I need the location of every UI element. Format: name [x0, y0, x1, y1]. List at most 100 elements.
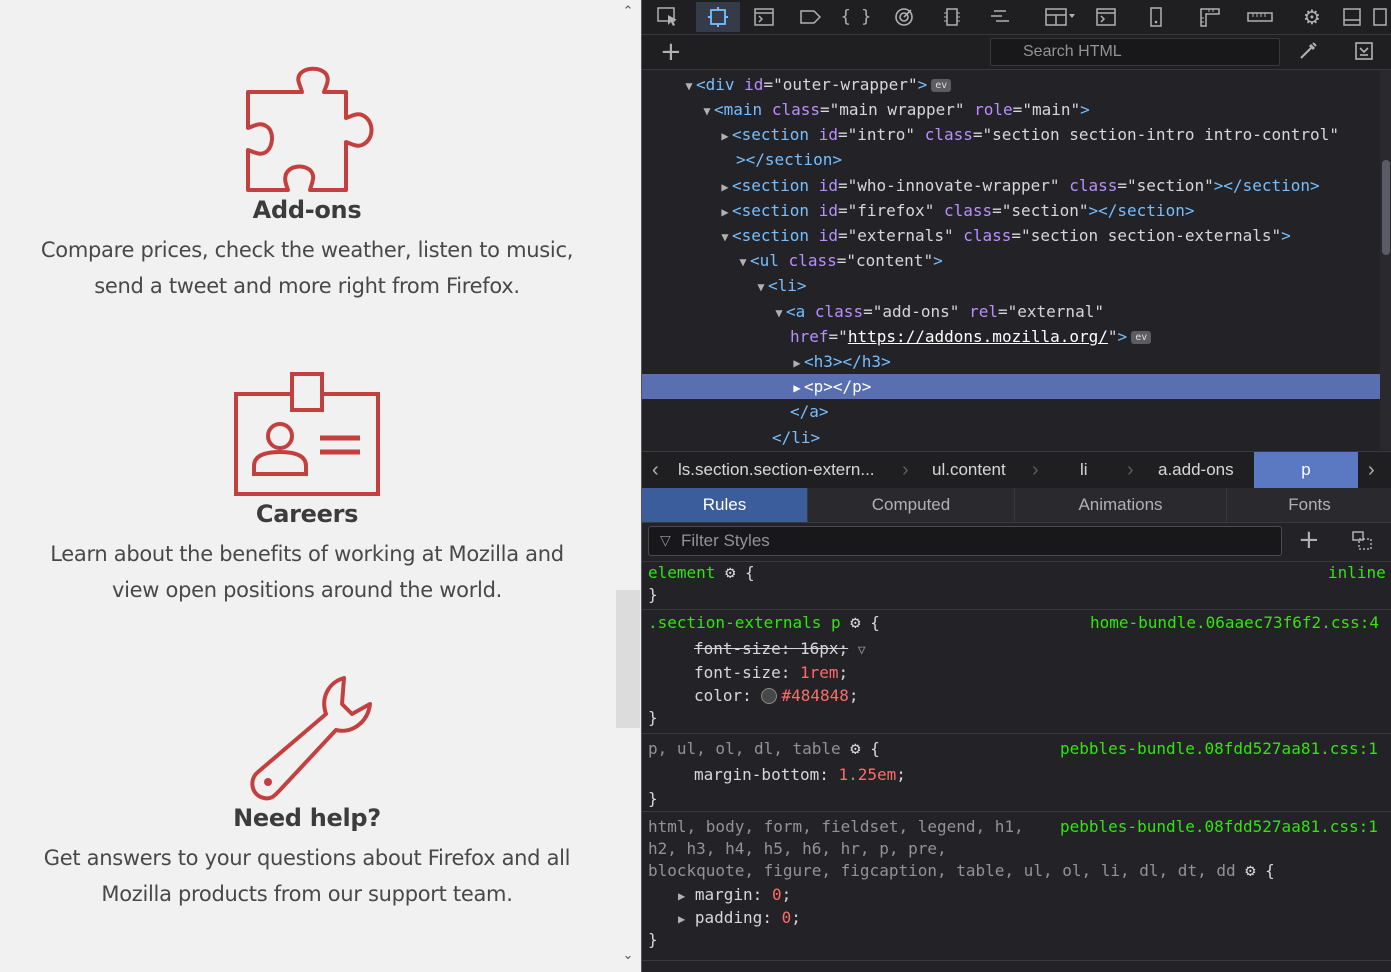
rule-source-link[interactable]: home-bundle.06aaec73f6f2.css:4 — [1090, 613, 1379, 632]
rule-selector: html, body, form, fieldset, legend, h1, — [648, 817, 1024, 836]
markup-node-section-intro[interactable]: ▶ <section id="intro" class="section sect… — [718, 122, 1339, 147]
scroll-down-icon[interactable]: ⌄ — [620, 948, 636, 964]
performance-icon[interactable] — [886, 2, 922, 32]
markup-node-div[interactable]: ▼ <div id="outer-wrapper"> ev — [682, 72, 952, 97]
settings-icon[interactable]: ⚙ — [1294, 2, 1330, 32]
expand-triangle-icon[interactable]: ▶ — [678, 912, 685, 926]
expand-triangle-icon[interactable]: ▶ — [678, 889, 685, 903]
rules-view[interactable]: element ⚙ { inline } .section-externals … — [642, 562, 1391, 972]
filter-styles-input[interactable]: Filter Styles — [648, 526, 1282, 556]
markup-scrollbar-thumb[interactable] — [1382, 160, 1390, 255]
gear-icon[interactable]: ⚙ — [850, 613, 860, 633]
network-icon[interactable] — [982, 2, 1018, 32]
breadcrumb-item-selected[interactable]: p — [1254, 452, 1358, 488]
puzzle-icon — [246, 66, 374, 192]
id-badge-icon — [234, 372, 380, 496]
markup-node-p-selected[interactable]: ▶ <p></p> — [642, 374, 1380, 399]
markup-node-section-externals[interactable]: ▼ <section id="externals" class="section … — [718, 223, 1290, 248]
rulers-icon[interactable] — [1192, 2, 1228, 32]
wrench-icon — [250, 676, 372, 801]
toggle-pseudo-class-icon[interactable] — [1352, 531, 1376, 558]
rule-element[interactable]: element ⚙ { inline } — [642, 562, 1391, 610]
debugger-icon[interactable]: { } — [838, 2, 874, 32]
declaration[interactable]: ▶ padding: 0; — [678, 907, 801, 930]
markup-scrollbar[interactable] — [1380, 70, 1391, 450]
device-icon[interactable] — [1138, 2, 1174, 32]
markup-view[interactable]: ▼ <div id="outer-wrapper"> ev ▼ <main class… — [642, 70, 1380, 450]
breadcrumb-scroll-left-icon[interactable]: ‹ — [652, 452, 659, 488]
web-page-viewport: Add-ons Compare prices, check the weathe… — [0, 0, 640, 972]
rule-source-link[interactable]: pebbles-bundle.08fdd527aa81.css:1 — [1060, 817, 1378, 836]
color-swatch[interactable] — [761, 687, 778, 704]
add-node-button[interactable]: + — [660, 38, 682, 66]
devtools-panel: { } ⚙ + 🔍︎ — [641, 0, 1391, 972]
rule-reset[interactable]: html, body, form, fieldset, legend, h1, … — [642, 812, 1391, 961]
rule-p-ul-ol[interactable]: p, ul, ol, dl, table ⚙ { pebbles-bundle.… — [642, 734, 1391, 812]
inspector-searchbar: + 🔍︎ Search HTML — [642, 35, 1391, 70]
feature-title: Add-ons — [252, 196, 362, 224]
responsive-icon[interactable] — [696, 2, 740, 32]
markup-node-a-href[interactable]: href="https://addons.mozilla.org/"> ev — [790, 324, 1152, 349]
filter-icon: ▽ — [660, 533, 671, 549]
rule-source-link[interactable]: pebbles-bundle.08fdd527aa81.css:1 — [1060, 739, 1378, 758]
feature-description: Get answers to your questions about Fire… — [43, 846, 571, 906]
dock-side-icon[interactable] — [1368, 2, 1391, 32]
breadcrumb-separator-icon: › — [902, 459, 909, 481]
eyedropper-icon[interactable] — [1298, 41, 1318, 66]
declaration[interactable]: font-size: 1rem; — [694, 662, 848, 684]
feature-description: Learn about the benefits of working at M… — [50, 542, 564, 602]
rule-selector: p, ul, ol, dl, table — [648, 739, 841, 758]
breadcrumb-separator-icon: › — [1127, 459, 1134, 481]
measure-icon[interactable] — [1242, 2, 1278, 32]
breadcrumb-item[interactable]: li — [1080, 452, 1088, 488]
tab-animations[interactable]: Animations — [1015, 488, 1227, 522]
console-icon[interactable] — [746, 2, 782, 32]
layout-icon[interactable] — [1038, 2, 1084, 32]
declaration[interactable]: ▶ margin: 0; — [678, 884, 791, 907]
gear-icon[interactable]: ⚙ — [1245, 861, 1255, 881]
style-editor-icon[interactable] — [792, 2, 828, 32]
filter-icon[interactable]: ▽ — [858, 643, 866, 658]
rule-source-link[interactable]: inline — [1328, 563, 1386, 582]
gear-icon[interactable]: ⚙ — [725, 563, 735, 583]
memory-icon[interactable] — [934, 2, 970, 32]
markup-node-section-intro-close: ></section> — [736, 150, 842, 169]
gear-icon[interactable]: ⚙ — [850, 739, 860, 759]
tab-fonts[interactable]: Fonts — [1227, 488, 1391, 522]
breadcrumb-item[interactable]: ul.content — [932, 452, 1006, 488]
feature-add-ons[interactable]: Add-ons Compare prices, check the weathe… — [0, 66, 614, 304]
breadcrumb: ‹ ls.section.section-extern... › ul.cont… — [642, 451, 1391, 489]
markup-node-section-who[interactable]: ▶ <section id="who-innovate-wrapper" clas… — [718, 173, 1319, 198]
markup-node-a[interactable]: ▼ <a class="add-ons" rel="external" — [772, 299, 1104, 324]
markup-node-li[interactable]: ▼ <li> — [754, 273, 806, 298]
feature-careers[interactable]: Careers Learn about the benefits of work… — [0, 370, 614, 608]
rule-section-externals-p[interactable]: .section-externals p ⚙ { home-bundle.06a… — [642, 610, 1391, 734]
add-rule-button[interactable]: + — [1298, 525, 1320, 555]
screenshot-node-icon[interactable] — [1354, 41, 1374, 66]
tab-computed[interactable]: Computed — [808, 488, 1015, 522]
declaration[interactable]: margin-bottom: 1.25em; — [694, 764, 906, 786]
markup-node-a-close: </a> — [790, 402, 829, 421]
scratchpad-icon[interactable] — [1088, 2, 1124, 32]
breadcrumb-item[interactable]: a.add-ons — [1158, 452, 1234, 488]
rule-selector: .section-externals p — [648, 613, 841, 632]
markup-node-section-firefox[interactable]: ▶ <section id="firefox" class="section"><… — [718, 198, 1194, 223]
breadcrumb-scroll-right-icon[interactable]: › — [1368, 452, 1375, 488]
breadcrumb-separator-icon: › — [1032, 459, 1039, 481]
rule-selector: element — [648, 563, 716, 582]
declaration[interactable]: color: #484848; — [694, 685, 859, 707]
markup-node-ul[interactable]: ▼ <ul class="content"> — [736, 248, 942, 273]
markup-node-main[interactable]: ▼ <main class="main wrapper" role="main"> — [700, 97, 1089, 122]
dock-icon[interactable] — [1334, 2, 1370, 32]
page-scrollbar[interactable]: ⌃ ⌄ — [616, 0, 640, 972]
breadcrumb-item[interactable]: ls.section.section-extern... — [678, 452, 888, 488]
devtools-toolbar: { } ⚙ — [642, 0, 1391, 35]
markup-node-h3[interactable]: ▶ <h3></h3> — [790, 349, 890, 374]
feature-need-help[interactable]: Need help? Get answers to your questions… — [0, 674, 614, 912]
element-picker-icon[interactable] — [650, 2, 686, 32]
scroll-up-icon[interactable]: ⌃ — [620, 4, 636, 20]
declaration-overridden[interactable]: font-size: 16px; ▽ — [694, 638, 866, 662]
page-scrollbar-thumb[interactable] — [616, 590, 640, 728]
tab-rules[interactable]: Rules — [642, 488, 808, 522]
search-html-input[interactable]: Search HTML — [990, 38, 1280, 66]
